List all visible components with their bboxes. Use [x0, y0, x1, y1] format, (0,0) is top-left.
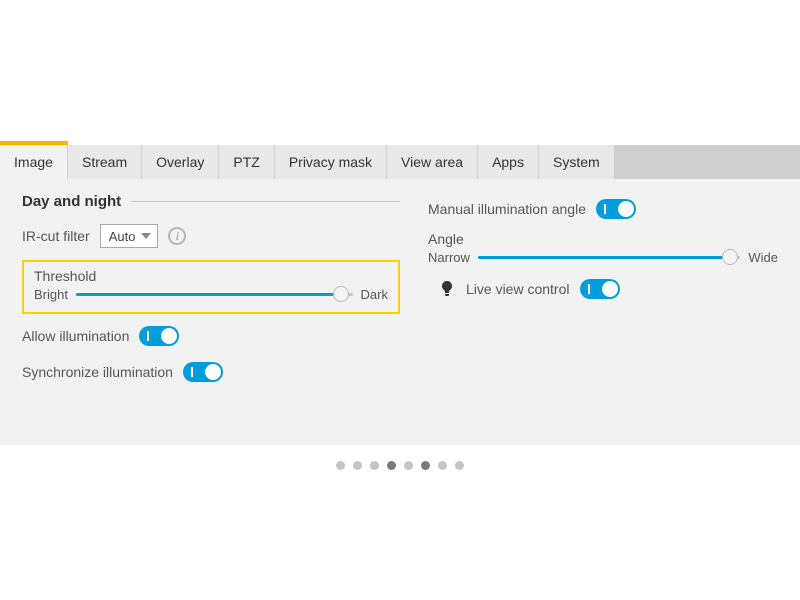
tab-privacy-mask[interactable]: Privacy mask	[275, 145, 387, 179]
sync-illum-row: Synchronize illumination	[22, 362, 400, 382]
angle-slider[interactable]	[478, 249, 740, 265]
settings-panel: Day and night IR-cut filter Auto i Thres…	[0, 179, 800, 445]
threshold-label: Threshold	[34, 268, 388, 284]
live-view-toggle[interactable]	[580, 279, 620, 299]
pager-dot[interactable]	[455, 461, 464, 470]
tab-strip: Image Stream Overlay PTZ Privacy mask Vi…	[0, 145, 800, 179]
tab-image[interactable]: Image	[0, 145, 68, 179]
threshold-max-label: Dark	[361, 287, 388, 302]
threshold-highlight: Threshold Bright Dark	[22, 260, 400, 314]
angle-min-label: Narrow	[428, 250, 470, 265]
allow-illum-label: Allow illumination	[22, 328, 129, 344]
tab-system[interactable]: System	[539, 145, 615, 179]
pager-dot[interactable]	[387, 461, 396, 470]
pager-dots	[0, 461, 800, 470]
manual-angle-label: Manual illumination angle	[428, 201, 586, 217]
ircut-selected-value: Auto	[109, 229, 136, 244]
section-rule	[131, 201, 400, 202]
tab-stream[interactable]: Stream	[68, 145, 142, 179]
tab-view-area[interactable]: View area	[387, 145, 478, 179]
pager-dot[interactable]	[438, 461, 447, 470]
pager-dot[interactable]	[353, 461, 362, 470]
tab-apps[interactable]: Apps	[478, 145, 539, 179]
slider-thumb[interactable]	[722, 249, 738, 265]
ircut-select[interactable]: Auto	[100, 224, 159, 248]
manual-angle-toggle[interactable]	[596, 199, 636, 219]
angle-max-label: Wide	[748, 250, 778, 265]
angle-label: Angle	[428, 231, 778, 247]
info-icon[interactable]: i	[168, 227, 186, 245]
tab-spacer	[615, 145, 800, 179]
manual-angle-row: Manual illumination angle	[428, 199, 778, 219]
bulb-icon	[438, 281, 456, 297]
allow-illum-toggle[interactable]	[139, 326, 179, 346]
chevron-down-icon	[141, 233, 151, 239]
ircut-label: IR-cut filter	[22, 228, 90, 244]
ircut-row: IR-cut filter Auto i	[22, 224, 400, 248]
pager-dot[interactable]	[336, 461, 345, 470]
pager-dot[interactable]	[370, 461, 379, 470]
live-view-row: Live view control	[438, 279, 778, 299]
threshold-min-label: Bright	[34, 287, 68, 302]
slider-thumb[interactable]	[333, 286, 349, 302]
allow-illum-row: Allow illumination	[22, 326, 400, 346]
section-title: Day and night	[22, 193, 121, 210]
pager-dot[interactable]	[421, 461, 430, 470]
pager-dot[interactable]	[404, 461, 413, 470]
tab-overlay[interactable]: Overlay	[142, 145, 219, 179]
section-header: Day and night	[22, 193, 400, 210]
tab-ptz[interactable]: PTZ	[219, 145, 274, 179]
live-view-label: Live view control	[466, 281, 570, 297]
sync-illum-toggle[interactable]	[183, 362, 223, 382]
sync-illum-label: Synchronize illumination	[22, 364, 173, 380]
threshold-slider[interactable]	[76, 286, 353, 302]
